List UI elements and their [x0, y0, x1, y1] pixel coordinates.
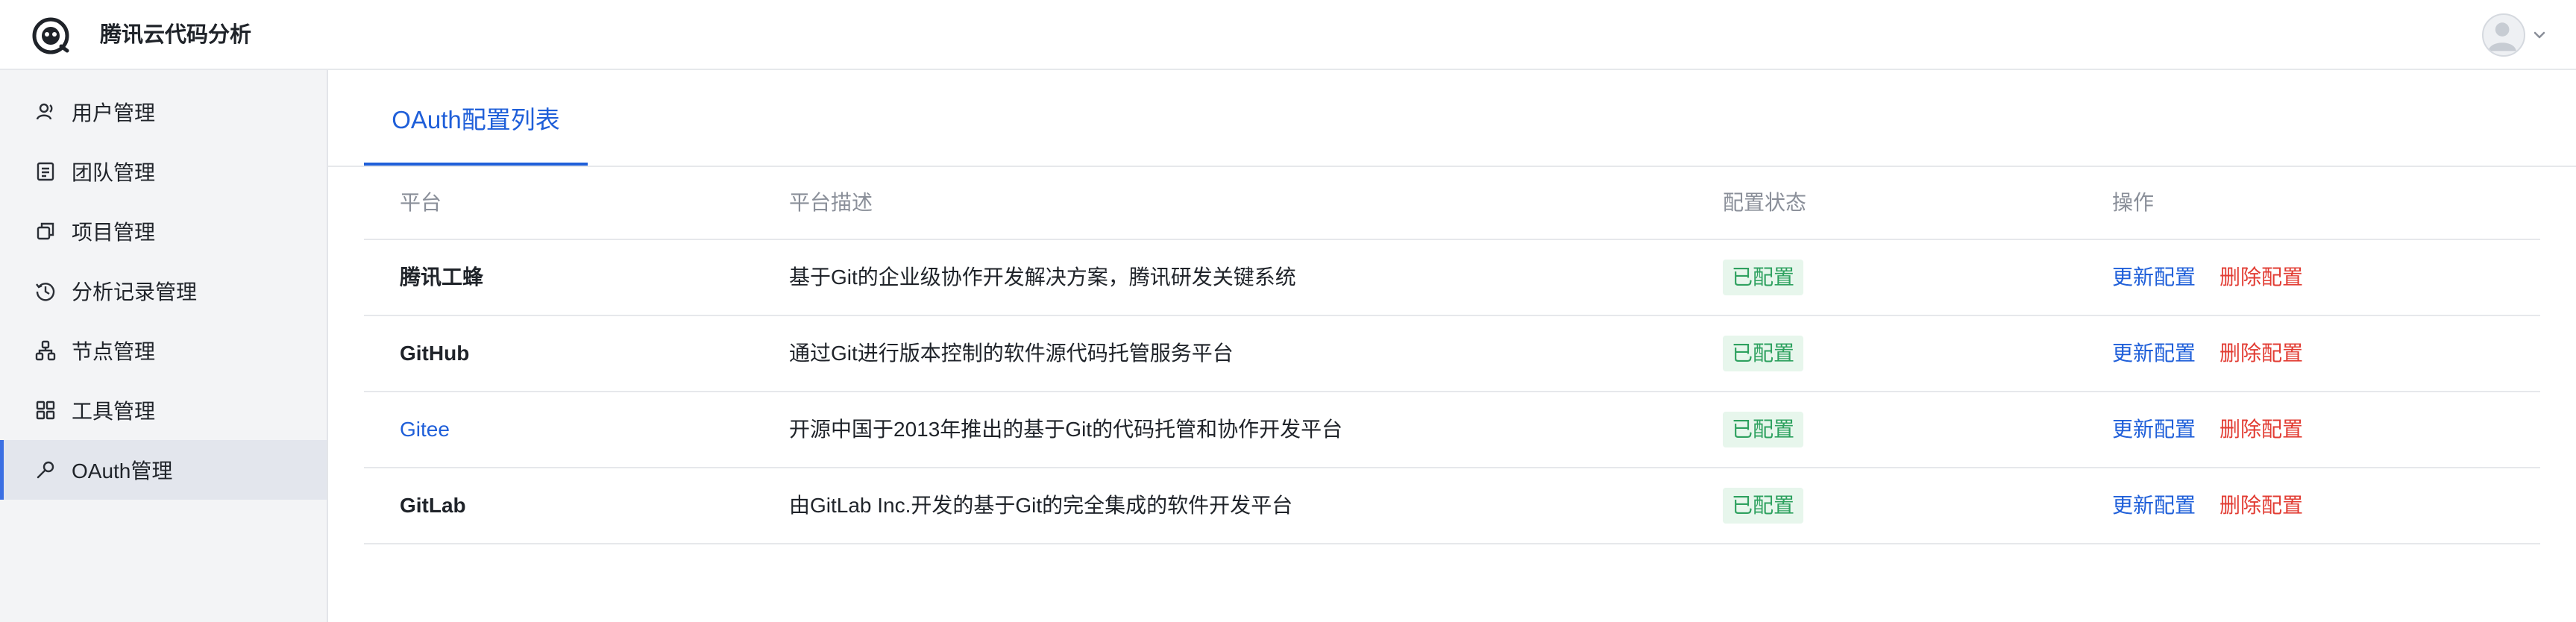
sidebar-item-label: 分析记录管理: [72, 280, 198, 304]
table-row: GitLab 由GitLab Inc.开发的基于Git的完全集成的软件开发平台 …: [364, 468, 2540, 544]
status-badge: 已配置: [1723, 260, 1804, 295]
sidebar-item-oauth[interactable]: OAuth管理: [0, 440, 327, 500]
sidebar-item-projects[interactable]: 项目管理: [0, 201, 327, 261]
platform-description: 基于Git的企业级协作开发解决方案，腾讯研发关键系统: [789, 266, 1296, 289]
delete-config-button[interactable]: 删除配置: [2220, 316, 2303, 391]
sidebar: 用户管理 团队管理 项目管理 分析记录管理 节点管理 工具管理 OAuth管理: [0, 70, 328, 622]
sidebar-item-label: OAuth管理: [72, 459, 173, 483]
sidebar-item-label: 节点管理: [72, 340, 156, 363]
sidebar-item-label: 用户管理: [72, 101, 156, 125]
table-row: GitHub 通过Git进行版本控制的软件源代码托管服务平台 已配置 更新配置 …: [364, 316, 2540, 392]
platform-description: 通过Git进行版本控制的软件源代码托管服务平台: [789, 342, 1234, 365]
key-icon: [37, 461, 54, 479]
tools-icon: [36, 400, 55, 420]
update-config-button[interactable]: 更新配置: [2112, 316, 2196, 391]
chevron-down-icon[interactable]: [2531, 27, 2548, 43]
app-title: 腾讯云代码分析: [100, 23, 252, 47]
sidebar-item-label: 项目管理: [72, 221, 156, 244]
platform-name: GitLab: [400, 494, 466, 517]
sidebar-item-label: 团队管理: [72, 161, 156, 184]
platform-name: 腾讯工蜂: [400, 266, 484, 289]
platform-name-link[interactable]: Gitee: [400, 392, 450, 467]
status-badge: 已配置: [1723, 488, 1804, 524]
team-icon: [37, 162, 54, 181]
update-config-button[interactable]: 更新配置: [2112, 240, 2196, 315]
platform-description: 开源中国于2013年推出的基于Git的代码托管和协作开发平台: [789, 418, 1343, 441]
oauth-config-table: 平台 平台描述 配置状态 操作 腾讯工蜂 基于Git的企业级协作开发解决方案，腾…: [364, 167, 2540, 544]
delete-config-button[interactable]: 删除配置: [2220, 392, 2303, 467]
history-icon: [36, 283, 55, 301]
node-icon: [35, 340, 56, 361]
sidebar-item-label: 工具管理: [72, 400, 156, 423]
user-icon: [36, 103, 53, 120]
update-config-button[interactable]: 更新配置: [2112, 392, 2196, 467]
top-header: 腾讯云代码分析: [0, 0, 2576, 70]
user-menu[interactable]: [2482, 12, 2548, 58]
delete-config-button[interactable]: 删除配置: [2220, 240, 2303, 315]
status-badge: 已配置: [1723, 336, 1804, 371]
column-header-status: 配置状态: [1723, 191, 1807, 214]
sidebar-item-nodes[interactable]: 节点管理: [0, 321, 327, 380]
table-header: 平台 平台描述 配置状态 操作: [364, 167, 2540, 240]
update-config-button[interactable]: 更新配置: [2112, 468, 2196, 543]
column-header-actions: 操作: [2112, 191, 2155, 214]
tab-oauth-config-list[interactable]: OAuth配置列表: [364, 70, 588, 166]
table-row: Gitee 开源中国于2013年推出的基于Git的代码托管和协作开发平台 已配置…: [364, 392, 2540, 468]
app-logo-icon[interactable]: [31, 16, 70, 55]
platform-description: 由GitLab Inc.开发的基于Git的完全集成的软件开发平台: [789, 494, 1293, 517]
tab-label: OAuth配置列表: [392, 106, 560, 133]
avatar[interactable]: [2482, 13, 2525, 57]
column-header-platform: 平台: [400, 191, 442, 214]
sidebar-item-users[interactable]: 用户管理: [0, 82, 327, 142]
table-row: 腾讯工蜂 基于Git的企业级协作开发解决方案，腾讯研发关键系统 已配置 更新配置…: [364, 240, 2540, 316]
delete-config-button[interactable]: 删除配置: [2220, 468, 2303, 543]
sidebar-item-tools[interactable]: 工具管理: [0, 380, 327, 440]
sidebar-item-analysis-records[interactable]: 分析记录管理: [0, 261, 327, 321]
column-header-description: 平台描述: [789, 191, 873, 214]
sidebar-item-teams[interactable]: 团队管理: [0, 142, 327, 201]
project-icon: [37, 222, 54, 240]
status-badge: 已配置: [1723, 412, 1804, 447]
platform-name: GitHub: [400, 342, 470, 365]
user-avatar-icon: [2488, 22, 2516, 51]
